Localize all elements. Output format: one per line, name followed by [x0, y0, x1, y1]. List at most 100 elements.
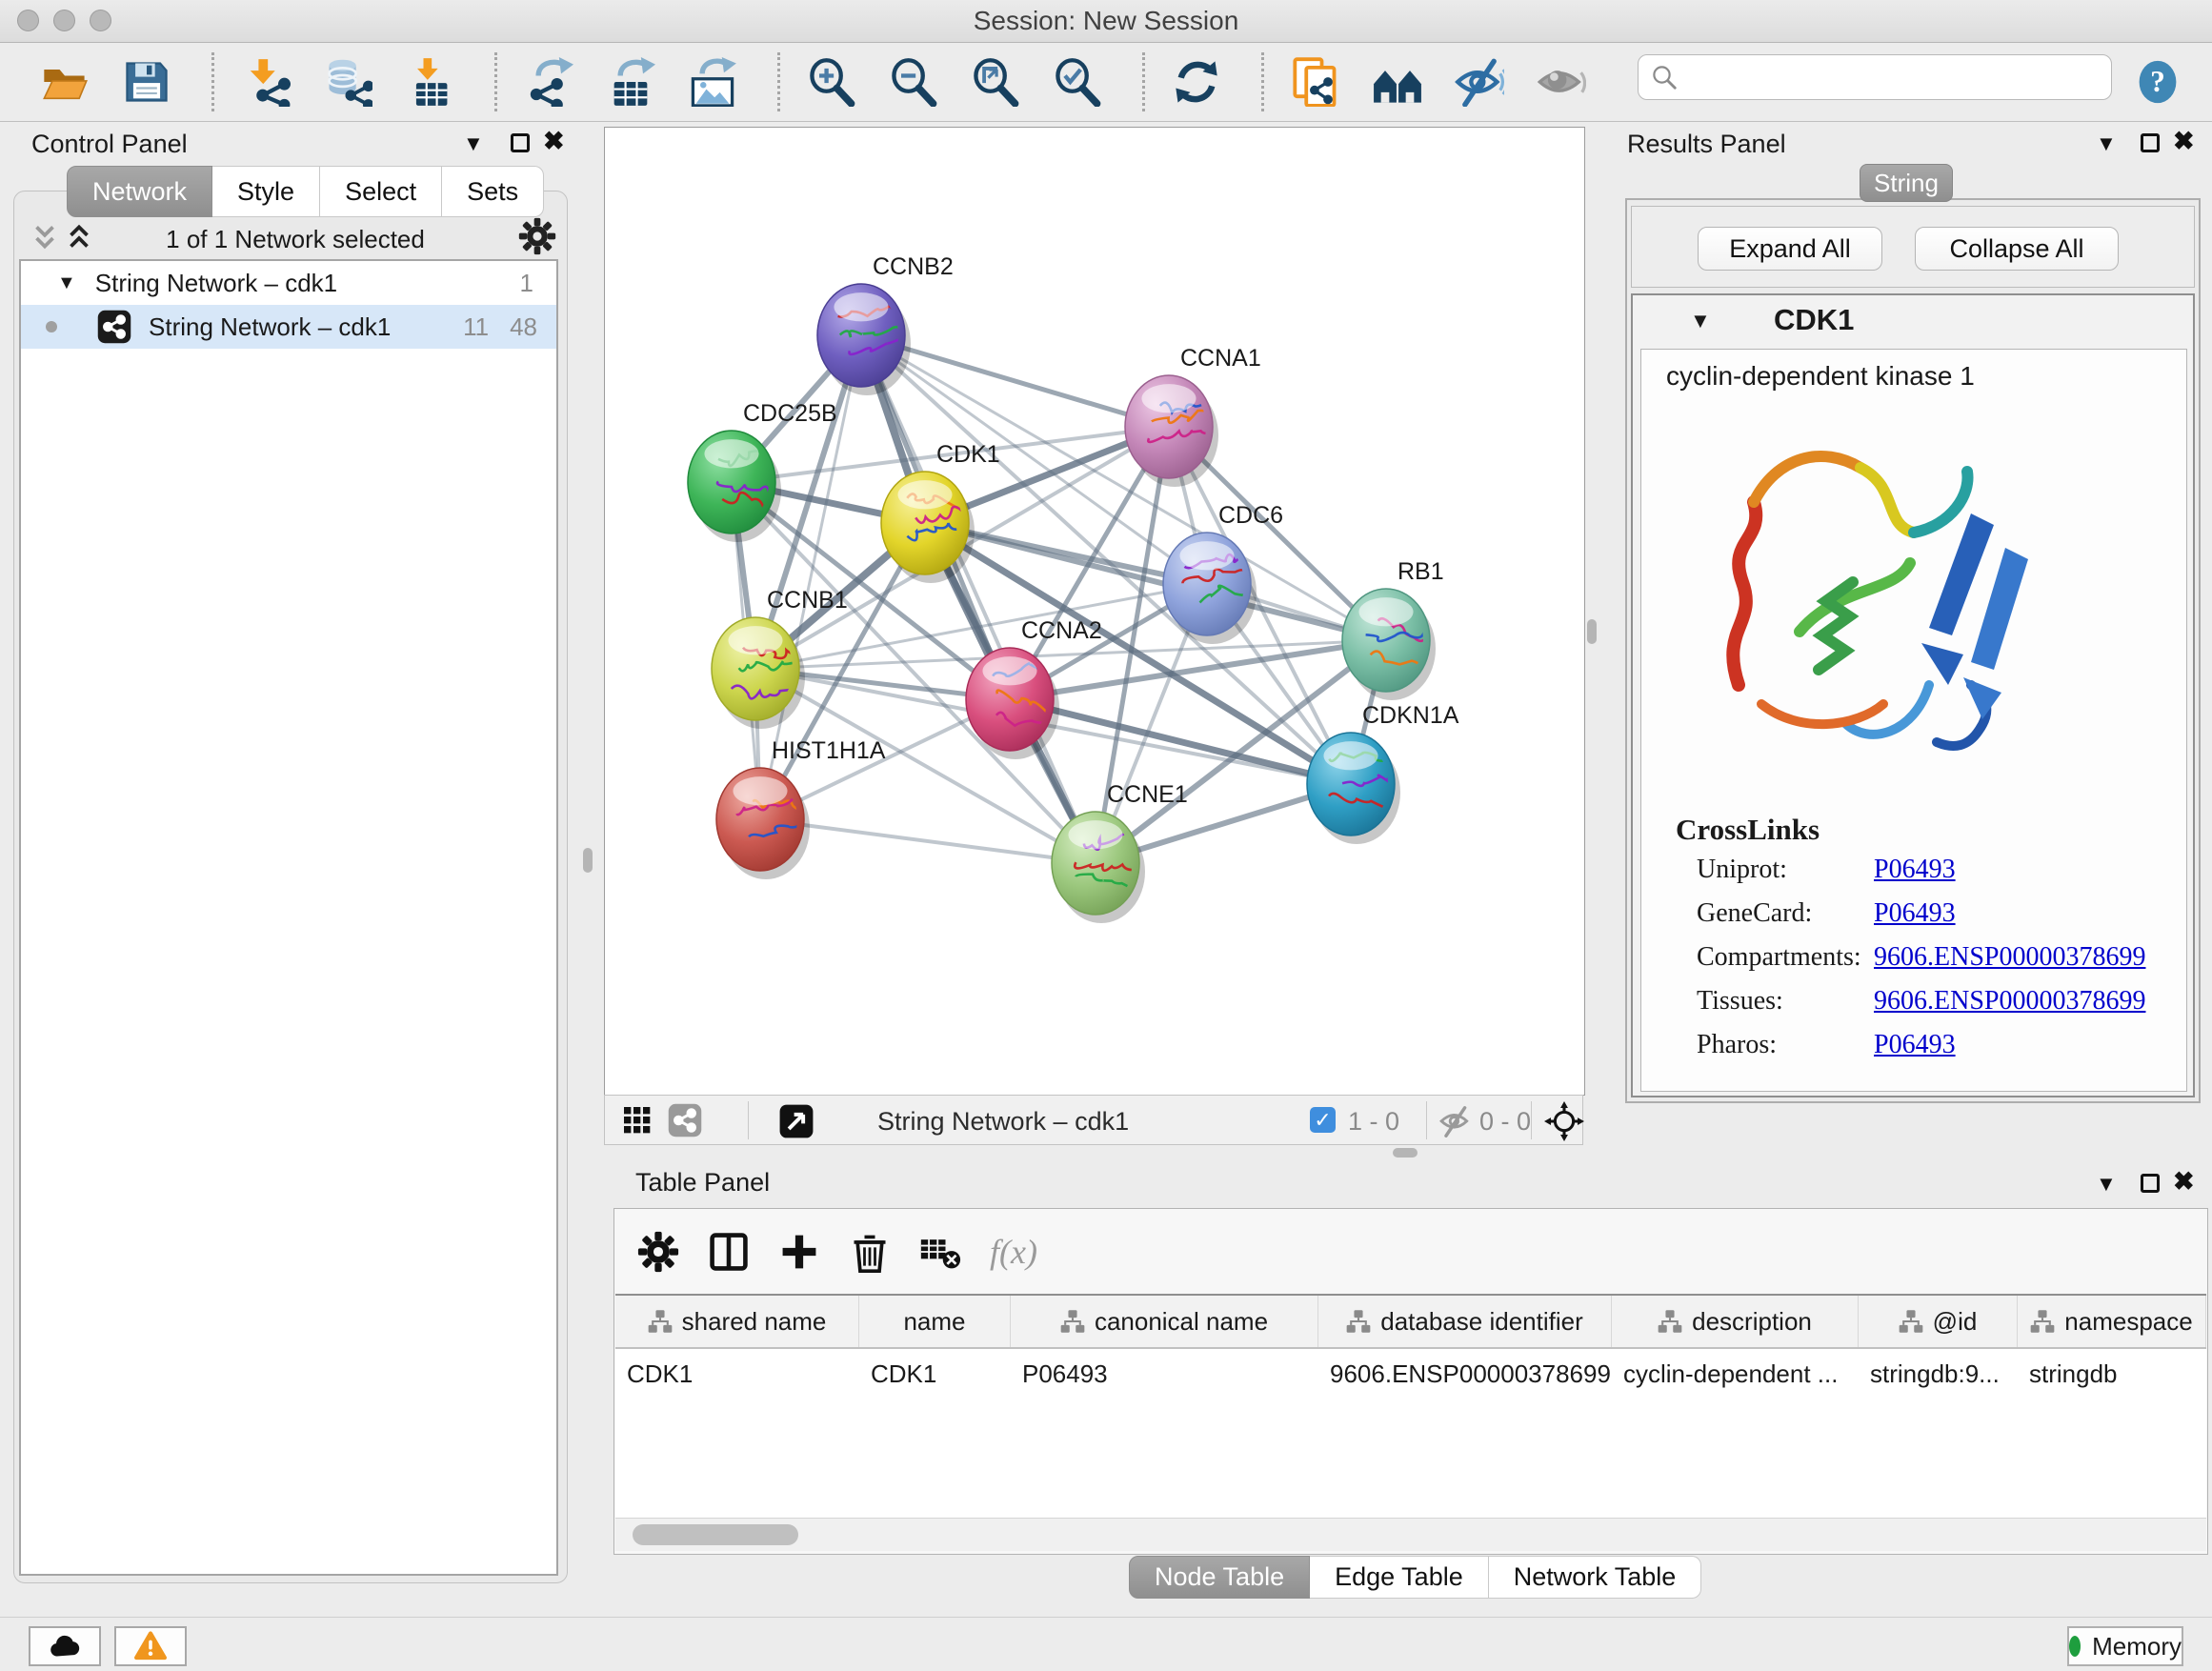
table-options-gear-icon[interactable] — [637, 1231, 679, 1273]
results-panel-title: Results Panel — [1627, 130, 1786, 159]
export-image-icon[interactable] — [686, 55, 739, 109]
birdseye-view-icon[interactable] — [778, 1103, 814, 1139]
table-cell[interactable]: cyclin-dependent ... — [1612, 1349, 1859, 1399]
selected-nodes-checkbox[interactable]: ✓ — [1310, 1107, 1336, 1133]
column-header-namespace[interactable]: namespace — [2018, 1296, 2206, 1347]
tree-expand-caret-icon[interactable]: ▼ — [57, 272, 76, 294]
first-neighbors-icon[interactable] — [1371, 55, 1424, 109]
column-header-description[interactable]: description — [1612, 1296, 1859, 1347]
table-panel-close-icon[interactable]: ✖ — [2173, 1172, 2195, 1191]
protein-collapse-caret-icon[interactable]: ▼ — [1690, 309, 1711, 333]
export-network-icon[interactable] — [522, 55, 575, 109]
crosslink-row: GeneCard:P06493 — [1697, 898, 1956, 929]
network-options-gear-icon[interactable] — [518, 217, 556, 255]
tab-style[interactable]: Style — [212, 166, 320, 217]
duplicate-network-icon[interactable] — [1289, 55, 1342, 109]
network-collection-row[interactable]: ▼ String Network – cdk1 1 — [21, 261, 556, 305]
warnings-button[interactable] — [114, 1626, 187, 1666]
save-session-icon[interactable] — [120, 55, 173, 109]
results-panel-close-icon[interactable]: ✖ — [2173, 131, 2195, 151]
crosslink-value-link[interactable]: 9606.ENSP00000378699 — [1874, 986, 2145, 1016]
edge-CCNE1-HIST1H1A[interactable] — [760, 819, 1096, 863]
function-builder-icon[interactable]: f(x) — [990, 1232, 1037, 1272]
hide-selected-icon[interactable] — [1453, 55, 1506, 109]
crosslink-value-link[interactable]: P06493 — [1874, 898, 1956, 928]
control-panel-close-icon[interactable]: ✖ — [543, 131, 565, 151]
tab-edge-table[interactable]: Edge Table — [1310, 1556, 1489, 1599]
network-collection-label: String Network – cdk1 — [95, 269, 337, 298]
tab-sets[interactable]: Sets — [442, 166, 544, 217]
import-network-from-database-icon[interactable] — [321, 55, 374, 109]
column-header-name[interactable]: name — [859, 1296, 1011, 1347]
node-CCNB1[interactable]: CCNB1 — [712, 587, 848, 729]
search-input[interactable] — [1679, 57, 2111, 97]
toolbar-separator — [211, 52, 214, 111]
table-cell[interactable]: CDK1 — [859, 1349, 1011, 1399]
crosslink-row: Pharos:P06493 — [1697, 1030, 1956, 1060]
zoom-in-icon[interactable] — [805, 55, 858, 109]
crosslink-value-link[interactable]: 9606.ENSP00000378699 — [1874, 942, 2145, 972]
column-header-shared-name[interactable]: shared name — [615, 1296, 859, 1347]
node-CCNA1[interactable]: CCNA1 — [1125, 345, 1261, 487]
network-row-selected[interactable]: String Network – cdk1 11 48 — [21, 305, 556, 349]
fit-selected-crosshair-icon[interactable] — [1544, 1101, 1584, 1141]
table-cell[interactable]: P06493 — [1011, 1349, 1318, 1399]
delete-columns-icon[interactable] — [849, 1231, 891, 1273]
zoom-out-icon[interactable] — [887, 55, 940, 109]
column-header-database-identifier[interactable]: database identifier — [1318, 1296, 1612, 1347]
crosslink-value-link[interactable]: P06493 — [1874, 1030, 1956, 1059]
node-RB1[interactable]: RB1 — [1342, 558, 1444, 700]
node-CDC6[interactable]: CDC6 — [1163, 502, 1283, 644]
column-header-canonical-name[interactable]: canonical name — [1011, 1296, 1318, 1347]
tab-select[interactable]: Select — [320, 166, 442, 217]
import-table-from-file-icon[interactable] — [403, 55, 456, 109]
help-button[interactable] — [2135, 59, 2181, 105]
network-share-icon[interactable] — [668, 1103, 702, 1137]
table-cell[interactable]: stringdb:9... — [1859, 1349, 2018, 1399]
control-panel-float-icon[interactable] — [511, 133, 530, 152]
show-grid-icon[interactable] — [622, 1105, 653, 1136]
table-cell[interactable]: stringdb — [2018, 1349, 2206, 1399]
node-HIST1H1A[interactable]: HIST1H1A — [716, 737, 886, 879]
node-CCNB2[interactable]: CCNB2 — [817, 253, 954, 395]
tab-node-table[interactable]: Node Table — [1129, 1556, 1310, 1599]
refresh-view-icon[interactable] — [1170, 55, 1223, 109]
node-CCNE1[interactable]: CCNE1 — [1052, 781, 1188, 923]
create-column-icon[interactable] — [778, 1231, 820, 1273]
show-columns-icon[interactable] — [708, 1231, 750, 1273]
control-panel-menu-caret-icon[interactable]: ▼ — [463, 131, 484, 156]
node-CDKN1A[interactable]: CDKN1A — [1307, 702, 1459, 844]
memory-button[interactable]: Memory — [2067, 1626, 2183, 1666]
table-cell[interactable]: 9606.ENSP00000378699 — [1318, 1349, 1612, 1399]
crosslink-value-link[interactable]: P06493 — [1874, 855, 1956, 884]
edge-CCNB2-CCNE1[interactable] — [861, 335, 1096, 863]
results-tab-string[interactable]: String — [1860, 164, 1953, 202]
left-splitter-handle[interactable] — [583, 848, 593, 873]
bottom-splitter-handle[interactable] — [1393, 1148, 1418, 1158]
column-header--id[interactable]: @id — [1859, 1296, 2018, 1347]
show-all-icon[interactable] — [1535, 55, 1588, 109]
expand-all-button[interactable]: Expand All — [1698, 227, 1882, 271]
table-horizontal-scrollbar[interactable] — [615, 1518, 2206, 1551]
collapse-all-networks-icon[interactable] — [32, 221, 57, 253]
results-panel-menu-caret-icon[interactable]: ▼ — [2096, 131, 2117, 156]
collapse-all-button[interactable]: Collapse All — [1915, 227, 2119, 271]
tab-network[interactable]: Network — [67, 166, 212, 217]
zoom-selected-icon[interactable] — [1051, 55, 1104, 109]
table-panel-float-icon[interactable] — [2141, 1174, 2160, 1193]
network-canvas[interactable]: CCNB2CCNA1CDC25BCDK1CDC6RB1CCNB1CCNA2CDK… — [604, 127, 1585, 1096]
open-file-icon[interactable] — [38, 55, 91, 109]
zoom-fit-content-icon[interactable] — [969, 55, 1022, 109]
table-panel-menu-caret-icon[interactable]: ▼ — [2096, 1172, 2117, 1197]
results-panel-float-icon[interactable] — [2141, 133, 2160, 152]
table-row[interactable]: CDK1CDK1P064939606.ENSP00000378699cyclin… — [615, 1349, 2206, 1399]
export-table-icon[interactable] — [604, 55, 657, 109]
app-statusbar: Memory — [0, 1617, 2212, 1671]
expand-all-networks-icon[interactable] — [67, 221, 91, 253]
table-cell[interactable]: CDK1 — [615, 1349, 859, 1399]
tab-network-table[interactable]: Network Table — [1489, 1556, 1702, 1599]
cloud-status-button[interactable] — [29, 1626, 101, 1666]
import-network-from-file-icon[interactable] — [239, 55, 292, 109]
right-splitter-handle[interactable] — [1587, 619, 1597, 644]
scrollbar-thumb[interactable] — [633, 1524, 798, 1545]
